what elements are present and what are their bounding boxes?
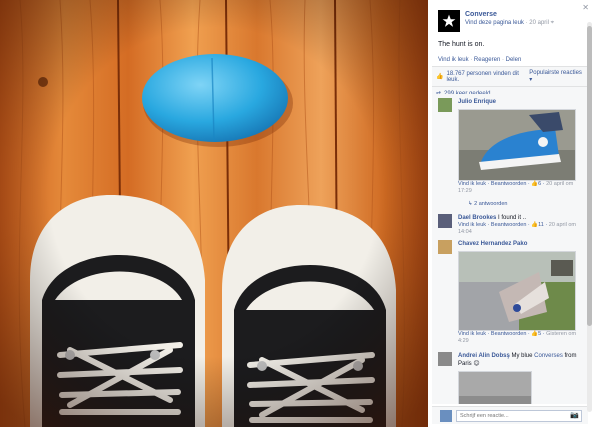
comment-author[interactable]: Julio Enrique: [458, 98, 584, 106]
like-page-link[interactable]: Vind deze pagina leuk: [465, 20, 524, 26]
avatar[interactable]: [438, 352, 452, 366]
comment-text: I found it ..: [498, 215, 527, 221]
page-name-link[interactable]: Converse: [465, 10, 554, 19]
comment-author[interactable]: Andrei Alin Dobsş: [458, 353, 510, 359]
sneakers-on-wall-photo: [459, 252, 575, 330]
thumbs-up-icon: 👍: [436, 74, 444, 80]
paris-photo: [459, 372, 531, 404]
comment-photo[interactable]: [458, 109, 576, 181]
post-subline: Vind deze pagina leuk · 20 april ⌖: [465, 20, 555, 26]
comment-like-link[interactable]: Vind ik leuk: [458, 181, 486, 187]
comment-item: Chavez Hernandez Pako Vind ik leuk · Bea…: [438, 240, 584, 345]
like-action[interactable]: Vind ik leuk: [438, 57, 469, 63]
comment-like-link[interactable]: Vind ik leuk: [458, 331, 486, 337]
avatar[interactable]: [438, 240, 452, 254]
comment-reply-link[interactable]: Beantwoorden: [491, 222, 526, 228]
smile-emoji: 😊: [473, 361, 480, 367]
comment-author[interactable]: Dael Brookes: [458, 215, 496, 221]
view-replies-link[interactable]: ↳ 2 antwoorden: [468, 201, 584, 207]
share-action[interactable]: Delen: [506, 57, 522, 63]
photo-viewer[interactable]: [0, 0, 428, 427]
converses-link[interactable]: Converses: [534, 353, 563, 359]
post-date[interactable]: 20 april: [529, 20, 549, 26]
camera-icon[interactable]: 📷: [570, 411, 579, 419]
comment-list[interactable]: Julio Enrique Vind ik leuk · Beantwoorde…: [432, 94, 588, 404]
comment-author[interactable]: Chavez Hernandez Pako: [458, 240, 584, 248]
comment-like-count[interactable]: 11: [538, 222, 544, 228]
comment-like-link[interactable]: Vind ik leuk: [458, 222, 486, 228]
avatar[interactable]: [438, 214, 452, 228]
avatar: [440, 410, 452, 422]
comment-reply-link[interactable]: Beantwoorden: [491, 331, 526, 337]
comment-like-count[interactable]: 5: [538, 331, 541, 337]
comment-action[interactable]: Reageren: [474, 57, 500, 63]
post-actions: Vind ik leuk · Reageren · Delen: [438, 57, 522, 63]
comment-composer: 📷: [432, 406, 588, 424]
post-header: Converse Vind deze pagina leuk · 20 apri…: [438, 10, 554, 32]
comment-photo[interactable]: [458, 251, 576, 331]
photo-image: [0, 0, 428, 427]
globe-icon: ⌖: [550, 20, 555, 26]
likes-count[interactable]: 18.767 personen vinden dit leuk.: [446, 71, 529, 83]
scrollbar-thumb[interactable]: [587, 26, 592, 326]
comment-like-count[interactable]: 6: [538, 181, 541, 187]
avatar[interactable]: [438, 98, 452, 112]
comment-actions: Vind ik leuk · Beantwoorden · 👍6 · 20 ap…: [458, 181, 574, 194]
comment-item: Andrei Alin Dobsş My blue Converses from…: [438, 352, 584, 404]
comment-photo[interactable]: [458, 371, 532, 404]
blue-sneaker-photo: [459, 110, 575, 180]
comment-text: My blue: [511, 353, 533, 359]
post-text: The hunt is on.: [438, 41, 485, 48]
likes-row: 👍 18.767 personen vinden dit leuk. Popul…: [432, 67, 588, 87]
comment-reply-link[interactable]: Beantwoorden: [491, 181, 526, 187]
popular-comments-dropdown[interactable]: Populairste reacties ▾: [529, 70, 584, 83]
comment-actions: Vind ik leuk · Beantwoorden · 👍11 · 20 a…: [458, 222, 576, 235]
comment-actions: Vind ik leuk · Beantwoorden · 👍5 · Giste…: [458, 331, 577, 344]
comment-input[interactable]: [456, 410, 582, 422]
close-icon[interactable]: ✕: [582, 3, 589, 12]
comment-item: Julio Enrique Vind ik leuk · Beantwoorde…: [438, 98, 584, 207]
comment-item: Dael Brookes I found it .. Vind ik leuk …: [438, 214, 584, 236]
converse-star-icon[interactable]: [438, 10, 460, 32]
